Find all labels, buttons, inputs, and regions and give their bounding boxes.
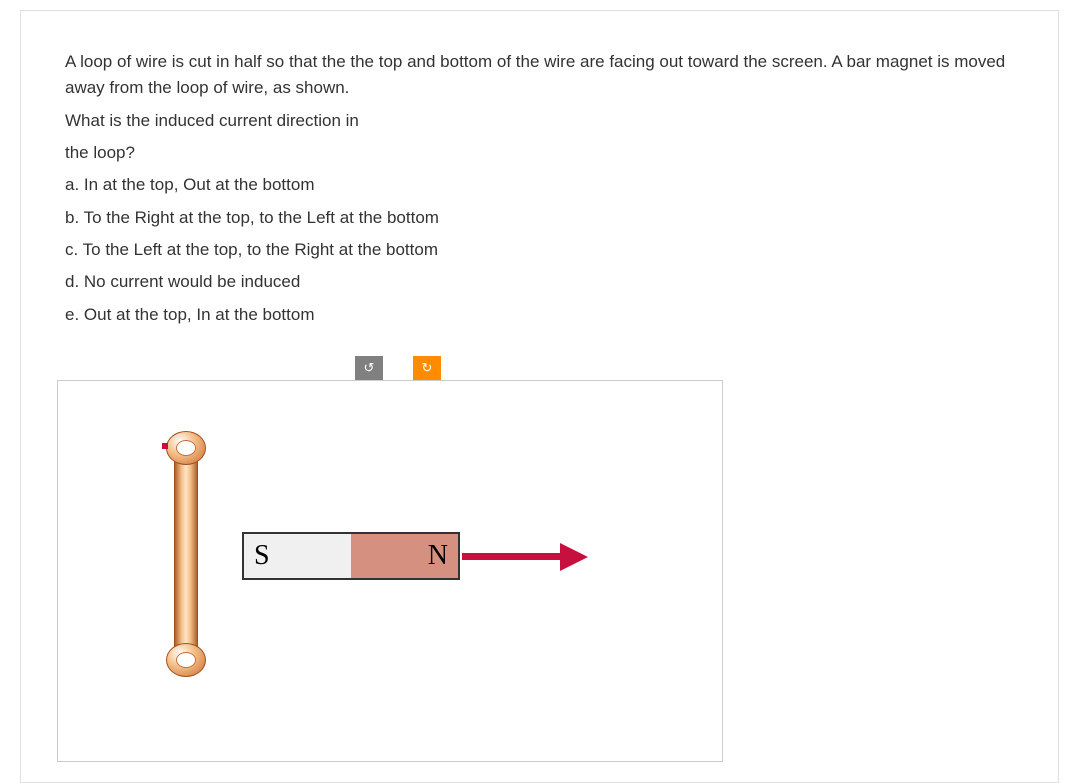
rotate-cw-button[interactable]: ↻	[413, 356, 441, 380]
magnet-south-pole: S	[244, 534, 351, 578]
image-toolbar: ↺ ↻	[355, 356, 1014, 380]
wire-loop-bottom-ring	[166, 643, 206, 677]
wire-loop-top-hole	[176, 440, 196, 456]
option-b: b. To the Right at the top, to the Left …	[65, 205, 1014, 231]
question-prompt-1: What is the induced current direction in	[65, 108, 1014, 134]
wire-loop-bottom-hole	[176, 652, 196, 668]
diagram-container: S N	[57, 380, 723, 762]
option-e: e. Out at the top, In at the bottom	[65, 302, 1014, 328]
rotate-ccw-button[interactable]: ↺	[355, 356, 383, 380]
motion-arrow-head-icon	[560, 543, 588, 571]
question-prompt-2: the loop?	[65, 140, 1014, 166]
rotate-ccw-icon: ↺	[364, 360, 375, 376]
physics-diagram: S N	[148, 431, 688, 731]
wire-loop-top-ring	[166, 431, 206, 465]
question-content: A loop of wire is cut in half so that th…	[21, 21, 1058, 762]
question-text-block: A loop of wire is cut in half so that th…	[65, 49, 1014, 328]
wire-loop-body	[174, 449, 198, 659]
option-d: d. No current would be induced	[65, 269, 1014, 295]
question-card: A loop of wire is cut in half so that th…	[20, 11, 1059, 783]
bar-magnet: S N	[242, 532, 460, 580]
question-intro: A loop of wire is cut in half so that th…	[65, 49, 1014, 102]
rotate-cw-icon: ↻	[422, 360, 433, 376]
option-c: c. To the Left at the top, to the Right …	[65, 237, 1014, 263]
magnet-north-pole: N	[351, 534, 458, 578]
option-a: a. In at the top, Out at the bottom	[65, 172, 1014, 198]
motion-arrow-line	[462, 553, 562, 560]
red-marker-top	[162, 443, 168, 449]
